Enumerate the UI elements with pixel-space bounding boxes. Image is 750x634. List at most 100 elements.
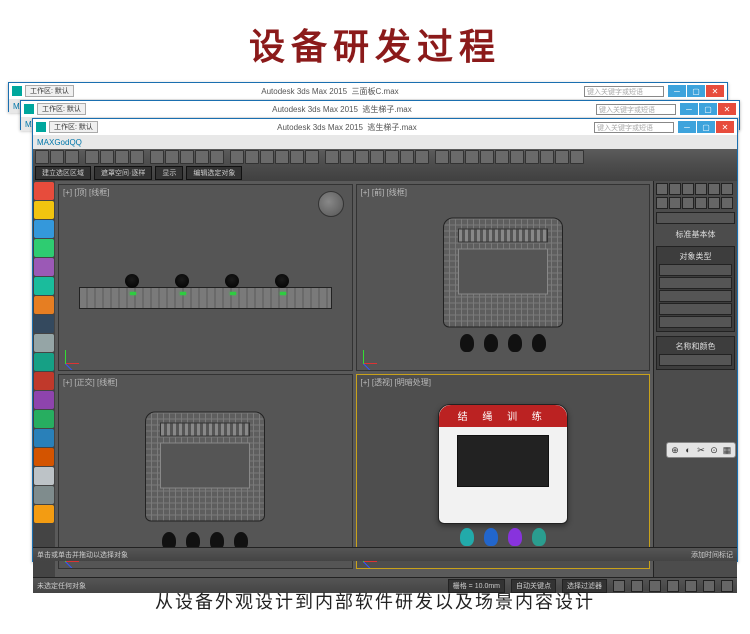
tool-button[interactable] (570, 150, 584, 164)
workspace-dropdown[interactable]: 工作区: 默认 (49, 121, 98, 133)
palette-button[interactable] (34, 505, 54, 523)
palette-button[interactable] (34, 467, 54, 485)
palette-button[interactable] (34, 429, 54, 447)
subtab[interactable] (695, 197, 707, 209)
object-button[interactable] (659, 303, 732, 315)
name-field[interactable] (659, 354, 732, 366)
float-icon[interactable]: ✂ (695, 444, 707, 456)
tool-button[interactable] (245, 150, 259, 164)
tool-button[interactable] (355, 150, 369, 164)
tool-button[interactable] (465, 150, 479, 164)
tool-button[interactable] (555, 150, 569, 164)
tool-button[interactable] (195, 150, 209, 164)
dropdown-primitive[interactable] (656, 212, 735, 224)
palette-button[interactable] (34, 277, 54, 295)
minimize-button[interactable]: ─ (668, 85, 686, 97)
main-toolbar[interactable] (33, 149, 737, 165)
close-button[interactable]: ✕ (718, 103, 736, 115)
workspace-dropdown[interactable]: 工作区: 默认 (25, 85, 74, 97)
tool-button[interactable] (35, 150, 49, 164)
viewport-top[interactable]: [+] [顶] [线框] (58, 184, 353, 371)
search-input[interactable]: 键入关键字或短语 (594, 122, 674, 133)
menubar-main[interactable]: MAXGodQQ (33, 135, 737, 149)
tool-button[interactable] (130, 150, 144, 164)
tool-button[interactable] (150, 150, 164, 164)
create-subtabs[interactable] (656, 197, 735, 209)
tab-utilities[interactable] (721, 183, 733, 195)
tool-button[interactable] (525, 150, 539, 164)
workspace-dropdown[interactable]: 工作区: 默认 (37, 103, 86, 115)
palette-button[interactable] (34, 239, 54, 257)
object-button[interactable] (659, 290, 732, 302)
palette-button[interactable] (34, 448, 54, 466)
object-button[interactable] (659, 316, 732, 328)
graphite-toolbar[interactable]: 建立选区区域 遮罩空间·逐样 显示 编辑选定对象 (33, 165, 737, 181)
viewport-perspective[interactable]: [+] [透视] [明暗处理] 结 绳 训 练 (356, 374, 651, 569)
tab-modify[interactable] (669, 183, 681, 195)
tool-button[interactable] (510, 150, 524, 164)
ribbon-tab[interactable]: 建立选区区域 (35, 166, 91, 180)
subtab[interactable] (708, 197, 720, 209)
palette-button[interactable] (34, 201, 54, 219)
palette-button[interactable] (34, 182, 54, 200)
viewport-left[interactable]: [+] [正交] [线框] (58, 374, 353, 569)
object-button[interactable] (659, 264, 732, 276)
float-icon[interactable]: ◐ (682, 444, 694, 456)
tool-button[interactable] (50, 150, 64, 164)
palette-button[interactable] (34, 334, 54, 352)
subtab[interactable] (682, 197, 694, 209)
floating-toolbar[interactable]: ⊕ ◐ ✂ ⊙ ▦ (666, 442, 736, 458)
palette-button[interactable] (34, 353, 54, 371)
float-icon[interactable]: ⊙ (708, 444, 720, 456)
tool-button[interactable] (480, 150, 494, 164)
command-panel[interactable]: 标准基本体 对象类型 名称和颜色 (653, 181, 737, 577)
tool-button[interactable] (115, 150, 129, 164)
tab-hierarchy[interactable] (682, 183, 694, 195)
maximize-button[interactable]: ▢ (699, 103, 717, 115)
maximize-button[interactable]: ▢ (697, 121, 715, 133)
tool-button[interactable] (290, 150, 304, 164)
float-icon[interactable]: ⊕ (669, 444, 681, 456)
palette-button[interactable] (34, 372, 54, 390)
viewcube[interactable] (318, 191, 344, 217)
tool-button[interactable] (100, 150, 114, 164)
tool-button[interactable] (260, 150, 274, 164)
tool-button[interactable] (65, 150, 79, 164)
tool-button[interactable] (400, 150, 414, 164)
subtab[interactable] (669, 197, 681, 209)
subtab[interactable] (721, 197, 733, 209)
tool-button[interactable] (435, 150, 449, 164)
float-icon[interactable]: ▦ (721, 444, 733, 456)
palette-button[interactable] (34, 220, 54, 238)
tool-button[interactable] (210, 150, 224, 164)
palette-button[interactable] (34, 486, 54, 504)
left-palette[interactable] (33, 181, 55, 577)
palette-button[interactable] (34, 391, 54, 409)
maximize-button[interactable]: ▢ (687, 85, 705, 97)
tool-button[interactable] (85, 150, 99, 164)
tool-button[interactable] (385, 150, 399, 164)
viewport-front[interactable]: [+] [前] [线框] (356, 184, 651, 371)
tool-button[interactable] (275, 150, 289, 164)
palette-button[interactable] (34, 296, 54, 314)
tab-create[interactable] (656, 183, 668, 195)
tab-motion[interactable] (695, 183, 707, 195)
tool-button[interactable] (165, 150, 179, 164)
ribbon-tab[interactable]: 显示 (155, 166, 183, 180)
close-button[interactable]: ✕ (716, 121, 734, 133)
tool-button[interactable] (305, 150, 319, 164)
palette-button[interactable] (34, 315, 54, 333)
object-button[interactable] (659, 277, 732, 289)
command-panel-tabs[interactable] (656, 183, 735, 195)
tool-button[interactable] (415, 150, 429, 164)
tool-button[interactable] (370, 150, 384, 164)
tool-button[interactable] (180, 150, 194, 164)
app-icon[interactable] (36, 122, 46, 132)
tool-button[interactable] (495, 150, 509, 164)
ribbon-tab[interactable]: 遮罩空间·逐样 (94, 166, 152, 180)
tool-button[interactable] (450, 150, 464, 164)
tool-button[interactable] (540, 150, 554, 164)
tool-button[interactable] (325, 150, 339, 164)
palette-button[interactable] (34, 258, 54, 276)
palette-button[interactable] (34, 410, 54, 428)
